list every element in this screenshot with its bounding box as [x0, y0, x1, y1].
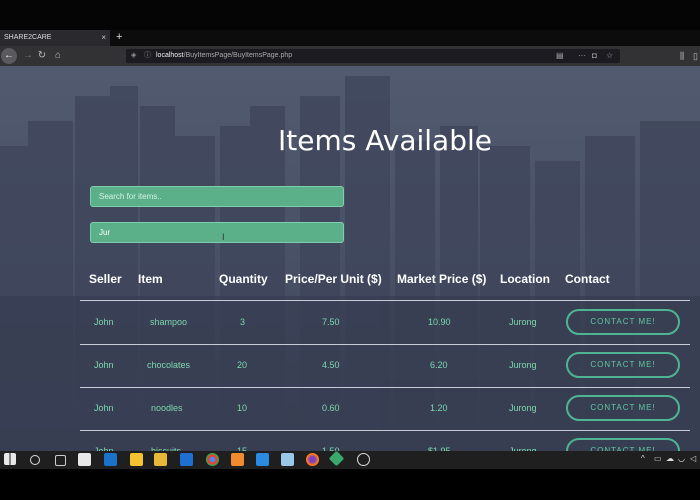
cell-price: 0.60 [322, 403, 340, 413]
cell-location: Jurong [509, 317, 537, 327]
library-icon[interactable]: ⫼ [680, 48, 684, 64]
page-title: Items Available [278, 124, 492, 157]
cell-location: Jurong [509, 446, 537, 451]
chrome-icon[interactable] [206, 453, 219, 466]
reader-view-icon[interactable]: ▤ [556, 49, 564, 63]
tray-network-icon[interactable]: ▭ [654, 454, 662, 463]
cell-market-price: 1.20 [430, 403, 448, 413]
cell-price: 4.50 [322, 360, 340, 370]
more-actions-icon[interactable]: ··· [578, 49, 586, 63]
cell-item: noodles [151, 403, 183, 413]
header-seller: Seller [89, 272, 122, 286]
table-row: John biscuits 15 1.50 $1.95 Jurong CONTA… [80, 430, 690, 451]
cell-quantity: 10 [237, 403, 248, 413]
cell-market-price: 10.90 [428, 317, 451, 327]
reload-button[interactable]: ↻ [34, 48, 50, 64]
contact-me-button[interactable]: CONTACT ME! [566, 395, 680, 421]
windows-start-icon[interactable] [4, 453, 16, 465]
site-info-icon[interactable]: ⓘ [144, 49, 151, 63]
office-icon[interactable] [104, 453, 117, 466]
cell-seller: John [94, 403, 114, 413]
tab-bar: SHARE2CARE × + [0, 30, 700, 46]
sticky-notes-icon[interactable] [130, 453, 143, 466]
table-header: Seller Item Quantity Price/Per Unit ($) … [0, 272, 700, 294]
cell-seller: John [94, 317, 114, 327]
back-button[interactable]: ← [1, 48, 17, 64]
firefox-icon[interactable] [306, 453, 319, 466]
address-bar[interactable]: ◈ ⓘ localhost/BuyItemsPage/BuyItemsPage.… [126, 49, 620, 63]
shield-icon[interactable]: ◈ [131, 49, 136, 63]
cell-price: 7.50 [322, 317, 340, 327]
tab-title: SHARE2CARE [4, 34, 52, 41]
header-price-per-unit: Price/Per Unit ($) [285, 272, 382, 286]
contact-me-button[interactable]: CONTACT ME! [566, 309, 680, 335]
git-icon[interactable] [328, 450, 345, 467]
header-quantity: Quantity [219, 272, 268, 286]
page-content: Items Available Search for items.. Jur I… [0, 66, 700, 451]
tab-close-icon[interactable]: × [101, 30, 106, 46]
mail-icon[interactable] [180, 453, 193, 466]
contact-me-button[interactable]: CONTACT ME! [566, 352, 680, 378]
tab-share2care[interactable]: SHARE2CARE × [0, 30, 110, 46]
search-input[interactable]: Search for items.. [90, 186, 344, 207]
obs-icon[interactable] [357, 453, 370, 466]
tray-cloud-icon[interactable]: ☁ [666, 454, 674, 463]
pocket-icon[interactable]: ◘ [592, 49, 597, 63]
cell-seller: John [94, 446, 114, 451]
url-host: localhost [156, 52, 184, 59]
cell-location: Jurong [509, 360, 537, 370]
table-row: John noodles 10 0.60 1.20 Jurong CONTACT… [80, 387, 690, 431]
screen-bottom-border [0, 469, 700, 500]
tray-volume-icon[interactable]: ◁ [690, 454, 696, 463]
home-button[interactable]: ⌂ [50, 48, 66, 64]
cell-market-price: $1.95 [428, 446, 451, 451]
cell-item: shampoo [150, 317, 188, 327]
tray-wifi-icon[interactable]: ◡ [678, 454, 685, 463]
cell-location: Jurong [509, 403, 537, 413]
search-icon[interactable] [30, 455, 40, 465]
cell-market-price: 6.20 [430, 360, 448, 370]
header-contact: Contact [565, 272, 610, 286]
sidebar-icon[interactable]: ▯ [693, 48, 698, 64]
xampp-icon[interactable] [231, 453, 244, 466]
cell-quantity: 15 [237, 446, 248, 451]
table-row: John shampoo 3 7.50 10.90 Jurong CONTACT… [80, 301, 690, 345]
tray-chevron-icon[interactable]: ^ [641, 454, 645, 463]
contact-me-button[interactable]: CONTACT ME! [566, 438, 680, 451]
navigation-toolbar: ← → ↻ ⌂ ◈ ⓘ localhost/BuyItemsPage/BuyIt… [0, 46, 700, 66]
cell-item: chocolates [147, 360, 191, 370]
screen-top-border [0, 0, 700, 30]
pen-tool-icon[interactable] [281, 453, 294, 466]
url-text: localhost/BuyItemsPage/BuyItemsPage.php [156, 49, 292, 63]
cell-seller: John [94, 360, 114, 370]
cell-item: biscuits [151, 446, 182, 451]
header-item: Item [138, 272, 163, 286]
header-location: Location [500, 272, 550, 286]
store-icon[interactable] [78, 453, 91, 466]
file-explorer-icon[interactable] [154, 453, 167, 466]
location-filter-input[interactable]: Jur [90, 222, 344, 243]
cell-quantity: 20 [237, 360, 248, 370]
url-path: /BuyItemsPage/BuyItemsPage.php [183, 52, 293, 59]
table-row: John chocolates 20 4.50 6.20 Jurong CONT… [80, 344, 690, 388]
cell-quantity: 3 [240, 317, 246, 327]
text-cursor-icon: I [222, 232, 225, 242]
vscode-icon[interactable] [256, 453, 269, 466]
header-market-price: Market Price ($) [397, 272, 487, 286]
bookmark-star-icon[interactable]: ☆ [606, 49, 613, 63]
cell-price: 1.50 [322, 446, 340, 451]
new-tab-button[interactable]: + [116, 30, 122, 45]
task-view-icon[interactable] [55, 455, 66, 466]
windows-taskbar: ^ ▭ ☁ ◡ ◁ [0, 450, 700, 469]
